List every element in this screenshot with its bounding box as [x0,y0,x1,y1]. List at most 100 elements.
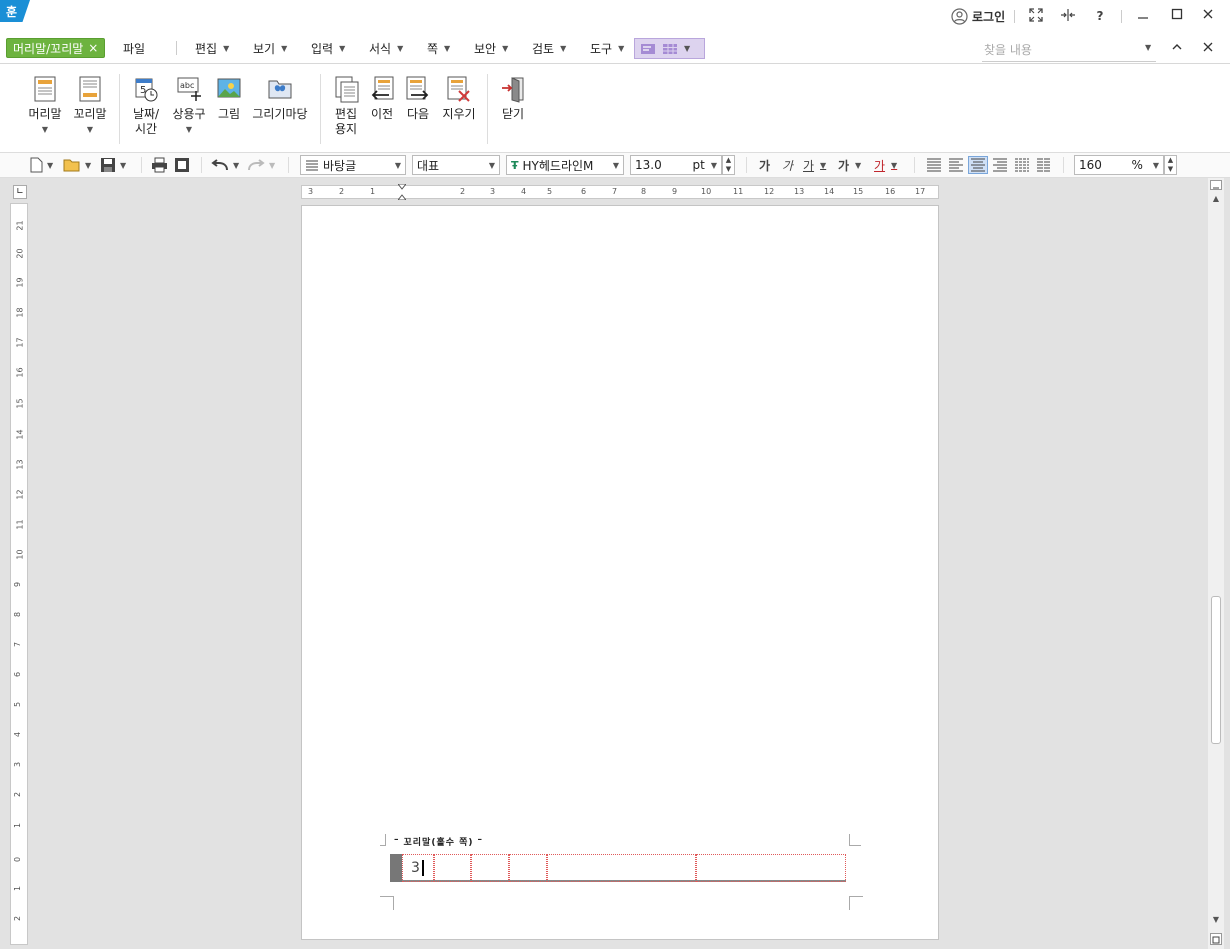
help-icon[interactable]: ? [1091,8,1109,24]
menu-insert[interactable]: 입력 ▼ [311,40,345,56]
horizontal-ruler[interactable]: 3 2 1 2 3 4 5 6 7 8 9 10 11 12 13 14 15 16 17 [301,183,939,201]
ruler-tick-label: 8 [13,611,23,618]
language-value: 대표 [417,158,440,173]
zoom-spinner[interactable]: ▲ ▼ [1164,155,1177,175]
image-label: 그림 [217,107,241,121]
close-document-icon[interactable] [1199,41,1217,57]
document-page[interactable]: – 꼬리말(홀수 쪽) – 3 [301,205,939,940]
chevron-down-icon: ▼ [397,43,404,53]
context-tab-header-footer[interactable]: 머리말/꼬리말 × [6,38,106,58]
context-tool-group[interactable]: ▼ [634,38,705,59]
open-folder-icon[interactable]: ▼ [63,156,91,174]
align-center-icon[interactable] [968,156,988,174]
previous-button[interactable]: 이전 [366,75,398,122]
menu-security[interactable]: 보안 ▼ [474,40,508,56]
new-document-icon[interactable]: ▼ [29,156,53,174]
menu-page[interactable]: 쪽 ▼ [427,40,450,56]
chevron-down-icon: ▼ [560,43,567,53]
ruler-tick-label: 5 [547,187,553,196]
next-button[interactable]: 다음 [402,75,434,122]
align-distribute-icon[interactable] [1014,156,1030,174]
collapse-ribbon-icon[interactable] [1168,41,1186,57]
delete-icon [446,75,472,103]
undo-icon[interactable]: ▼ [211,156,239,174]
chevron-down-icon: ▼ [185,125,193,134]
footer-cell[interactable]: 3 [402,854,434,882]
menu-file[interactable]: 파일 [123,40,145,56]
menu-edit[interactable]: 편집 ▼ [195,40,229,56]
strikethrough-icon[interactable]: 가 ▼ [838,156,861,174]
footer-table[interactable]: 3 [390,854,846,882]
scrollbar-thumb[interactable] [1211,596,1221,744]
fullscreen-icon[interactable] [1027,8,1045,24]
redo-icon[interactable]: ▼ [247,156,275,174]
datetime-button[interactable]: 5 날짜/ 시간 [128,75,164,137]
divider [914,157,915,173]
language-select[interactable]: 대표 ▼ [412,155,500,175]
previous-icon [369,75,395,103]
drawing-button[interactable]: 그리기마당 [250,75,310,122]
print-preview-icon[interactable] [174,156,190,174]
indent-marker[interactable] [396,183,408,201]
font-size-spinner[interactable]: ▲ ▼ [722,155,735,175]
close-icon[interactable] [1199,8,1217,24]
align-divide-icon[interactable] [1036,156,1052,174]
maximize-icon[interactable] [1168,8,1186,24]
footer-button[interactable]: 꼬리말 ▼ [72,75,108,137]
ruler-tick-label: 9 [13,581,23,588]
chevron-down-icon: ▼ [281,43,288,53]
italic-icon[interactable]: 가 [782,156,793,174]
ruler-tick-label: 2 [339,187,345,196]
next-label: 다음 [406,107,430,121]
divider [1014,10,1015,23]
footer-cell[interactable] [509,854,547,882]
phrases-button[interactable]: abc 상용구 ▼ [170,75,208,137]
divider [119,74,120,144]
scroll-up-icon[interactable]: ▲ [1210,194,1222,208]
menu-tools[interactable]: 도구 ▼ [590,40,624,56]
header-edit-icon [641,43,655,54]
vertical-ruler[interactable]: 21 20 19 18 17 16 15 14 13 12 11 10 9 8 7 6 5 4 3 2 1 0 1 2 [10,203,28,945]
footer-cell[interactable] [471,854,509,882]
scroll-down-icon[interactable]: ▼ [1210,915,1222,929]
underline-icon[interactable]: 가 ▼ [803,156,826,174]
bold-icon[interactable]: 가 [759,156,770,174]
footer-cell[interactable] [696,854,846,882]
menu-label: 보안 [474,41,497,56]
vertical-scrollbar[interactable]: ▲ ▼ [1208,178,1224,949]
ruler-tick-label: 8 [641,187,647,196]
print-icon[interactable] [151,156,168,174]
split-view-icon[interactable] [1210,180,1222,190]
footer-cell[interactable] [547,854,696,882]
font-select[interactable]: Ŧ HY헤드라인M ▼ [506,155,624,175]
style-select[interactable]: 바탕글 ▼ [300,155,406,175]
search-input[interactable]: 찾을 내용 [982,38,1156,62]
menu-view[interactable]: 보기 ▼ [253,40,287,56]
login-button[interactable]: 로그인 [951,7,1005,25]
header-button[interactable]: 머리말 ▼ [27,75,63,137]
ruler-tick-label: 11 [15,519,25,530]
tab-stop-selector[interactable]: ∟ [13,185,27,199]
page-view-icon[interactable] [1210,933,1222,945]
context-tab-label: 머리말/꼬리말 [13,41,84,56]
menu-label: 검토 [532,41,555,56]
footer-cell[interactable] [434,854,471,882]
align-justify-icon[interactable] [926,156,942,174]
font-size-select[interactable]: 13.0 pt ▼ [630,155,722,175]
close-tab-icon[interactable]: × [88,41,98,55]
align-left-icon[interactable] [948,156,964,174]
align-right-icon[interactable] [992,156,1008,174]
chevron-down-icon: ▼ [339,43,346,53]
zoom-select[interactable]: 160 % ▼ [1074,155,1164,175]
edit-paper-button[interactable]: 편집 용지 [330,75,362,137]
font-color-icon[interactable]: 가 ▼ [874,156,897,174]
width-toggle-icon[interactable] [1059,8,1077,24]
save-icon[interactable]: ▼ [100,156,126,174]
minimize-icon[interactable] [1134,8,1152,24]
image-button[interactable]: 그림 [214,75,244,122]
menu-review[interactable]: 검토 ▼ [532,40,566,56]
delete-button[interactable]: 지우기 [440,75,478,122]
search-dropdown-icon[interactable]: ▼ [1145,43,1151,52]
close-button[interactable]: 닫기 [497,75,529,122]
menu-format[interactable]: 서식 ▼ [369,40,403,56]
